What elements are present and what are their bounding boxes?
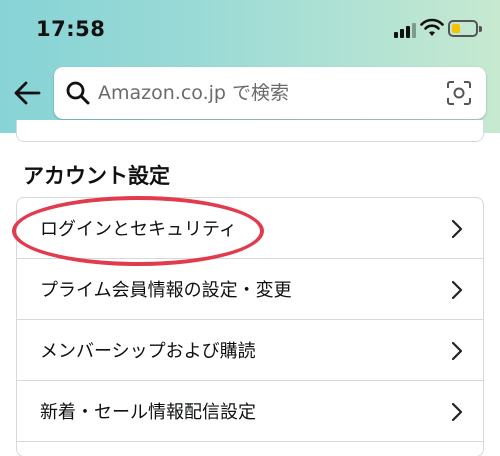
menu-item-login-security[interactable]: ログインとセキュリティ (17, 198, 483, 259)
section-title: アカウント設定 (23, 164, 170, 188)
app-header: 17:58 (0, 0, 500, 133)
previous-section-card (16, 120, 484, 142)
cellular-signal-icon (394, 22, 416, 38)
account-settings-list: ログインとセキュリティ プライム会員情報の設定・変更 メンバーシップおよび購読 … (16, 197, 484, 456)
battery-icon (448, 20, 482, 37)
status-time: 17:58 (36, 17, 106, 41)
chevron-right-icon (451, 219, 463, 239)
menu-item-label: プライム会員情報の設定・変更 (40, 280, 292, 301)
status-bar: 17:58 (0, 0, 500, 56)
chevron-right-icon (451, 280, 463, 300)
search-bar[interactable] (54, 67, 486, 119)
wifi-icon (420, 18, 444, 36)
menu-item-notifications[interactable]: 新着・セール情報配信設定 (17, 381, 483, 442)
menu-item-memberships[interactable]: メンバーシップおよび購読 (17, 320, 483, 381)
camera-scan-icon[interactable] (446, 80, 472, 106)
menu-item-label: メンバーシップおよび購読 (40, 341, 256, 362)
menu-item-label: ログインとセキュリティ (40, 219, 237, 240)
search-input[interactable] (98, 76, 378, 110)
chevron-right-icon (451, 341, 463, 361)
chevron-right-icon (451, 402, 463, 422)
menu-item-prime-settings[interactable]: プライム会員情報の設定・変更 (17, 259, 483, 320)
menu-item-label: 新着・セール情報配信設定 (40, 402, 256, 423)
back-arrow-icon[interactable] (12, 80, 42, 106)
search-icon (66, 81, 90, 105)
